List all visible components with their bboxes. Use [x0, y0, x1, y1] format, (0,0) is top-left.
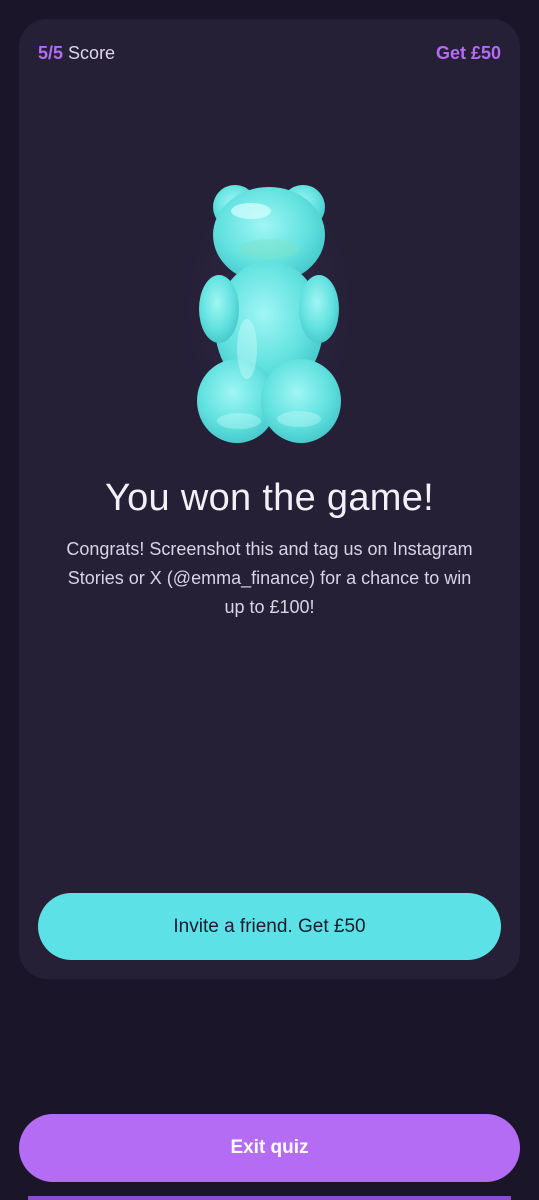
- gummy-bear-icon: [169, 149, 369, 459]
- home-indicator-bar: [28, 1196, 511, 1200]
- get-reward-link[interactable]: Get £50: [436, 43, 501, 64]
- invite-friend-button[interactable]: Invite a friend. Get £50: [38, 893, 501, 960]
- score-indicator: 5/5 Score: [38, 43, 115, 64]
- score-value: 5/5: [38, 43, 64, 63]
- result-headline: You won the game!: [104, 477, 435, 519]
- exit-quiz-button[interactable]: Exit quiz: [19, 1114, 520, 1182]
- result-card: 5/5 Score Get £50 You won the game! Cong…: [19, 19, 520, 979]
- score-label: Score: [68, 43, 116, 63]
- result-message: Congrats! Screenshot this and tag us on …: [66, 539, 473, 617]
